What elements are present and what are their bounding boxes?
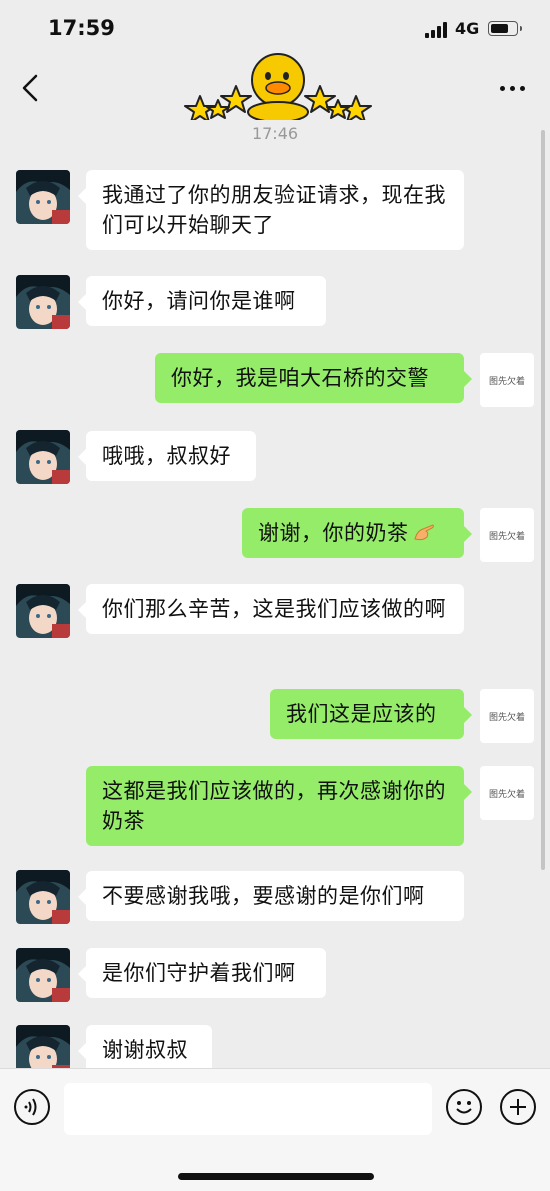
my-avatar[interactable]: 图先欠着 — [480, 766, 534, 820]
voice-input-button[interactable] — [14, 1089, 50, 1125]
my-avatar[interactable]: 图先欠着 — [480, 689, 534, 743]
duck-stars-sticker — [178, 40, 378, 123]
message-bubble-received[interactable]: 你们那么辛苦，这是我们应该做的啊 — [78, 584, 464, 634]
home-indicator — [178, 1173, 374, 1180]
more-options-button[interactable] — [496, 74, 530, 102]
my-avatar[interactable]: 图先欠着 — [480, 353, 534, 407]
contact-avatar[interactable] — [16, 275, 70, 329]
emoji-button[interactable] — [446, 1089, 482, 1125]
more-functions-button[interactable] — [500, 1089, 536, 1125]
message-bubble-sent[interactable]: 我们这是应该的 — [270, 689, 472, 739]
input-bar — [0, 1068, 550, 1191]
network-type: 4G — [455, 19, 480, 38]
message-bubble-sent[interactable]: 这都是我们应该做的，再次感谢你的奶茶 — [86, 766, 472, 846]
voice-icon — [24, 1098, 37, 1116]
message-text: 谢谢，你的奶茶 — [258, 521, 409, 545]
scrollbar[interactable] — [541, 130, 545, 870]
message-bubble-received[interactable]: 是你们守护着我们啊 — [78, 948, 326, 998]
message-bubble-sent[interactable]: 你好，我是咱大石桥的交警 — [155, 353, 472, 403]
my-avatar[interactable]: 图先欠着 — [480, 508, 534, 562]
contact-avatar[interactable] — [16, 430, 70, 484]
battery-icon — [488, 21, 522, 36]
message-bubble-received[interactable]: 哦哦，叔叔好 — [78, 431, 256, 481]
chevron-left-icon — [22, 74, 38, 102]
message-bubble-sent[interactable]: 谢谢，你的奶茶 — [242, 508, 472, 558]
back-button[interactable] — [14, 70, 50, 106]
message-bubble-received[interactable]: 我通过了你的朋友验证请求，现在我们可以开始聊天了 — [78, 170, 464, 250]
chat-header — [0, 53, 550, 123]
contact-avatar[interactable] — [16, 170, 70, 224]
pointing-hand-emoji — [413, 524, 434, 541]
message-bubble-received[interactable]: 不要感谢我哦，要感谢的是你们啊 — [78, 871, 464, 921]
plus-icon — [510, 1099, 526, 1115]
message-bubble-received[interactable]: 你好，请问你是谁啊 — [78, 276, 326, 326]
contact-avatar[interactable] — [16, 870, 70, 924]
message-timestamp: 17:46 — [251, 124, 299, 143]
signal-icon — [425, 22, 447, 38]
message-input[interactable] — [64, 1083, 432, 1135]
status-time: 17:59 — [48, 16, 115, 40]
contact-avatar[interactable] — [16, 948, 70, 1002]
smiley-icon — [456, 1101, 472, 1114]
contact-avatar[interactable] — [16, 584, 70, 638]
